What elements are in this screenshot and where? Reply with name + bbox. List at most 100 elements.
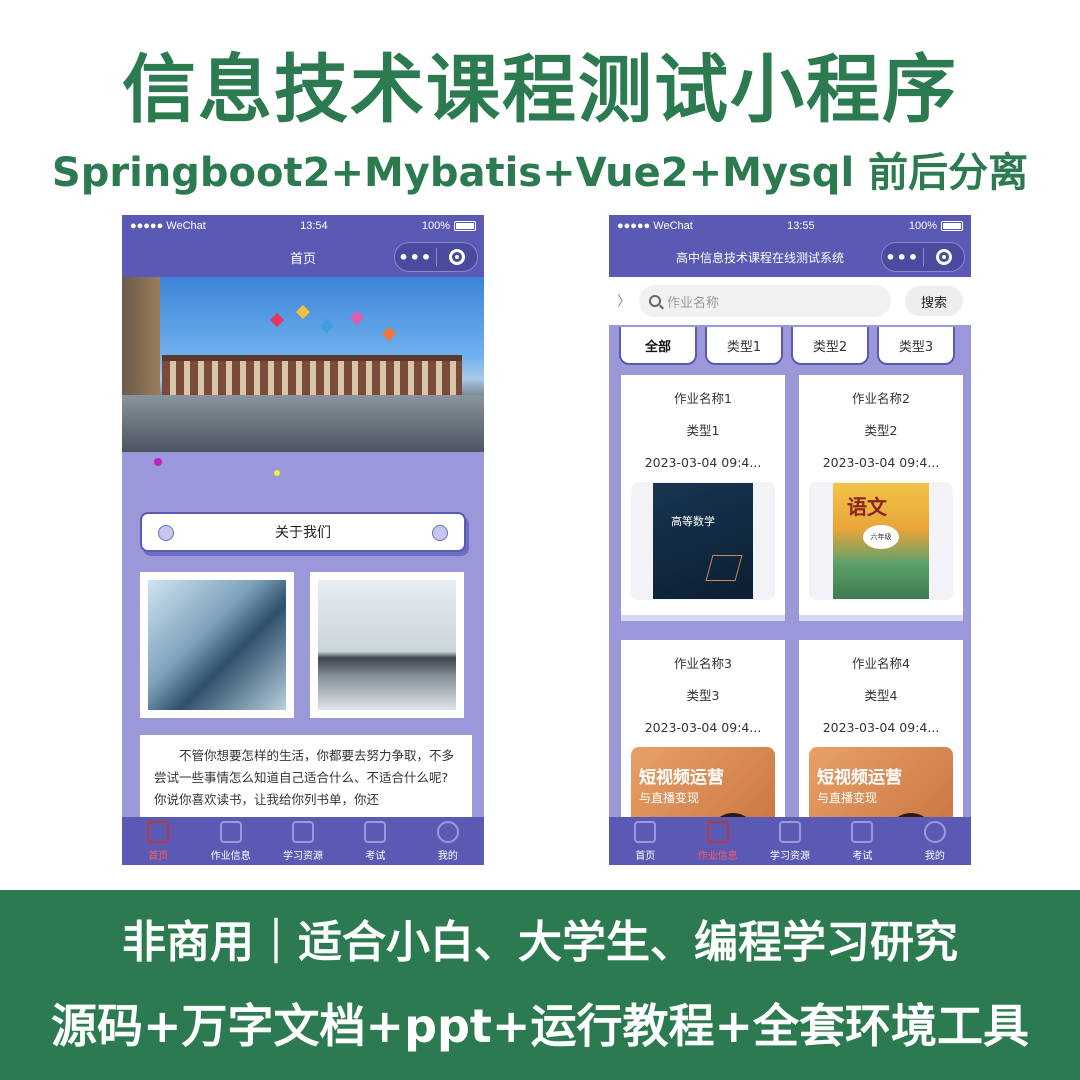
assignment-name: 作业名称4 [852, 656, 910, 671]
assignment-type: 类型1 [686, 423, 720, 438]
battery-label: 100% [421, 220, 450, 232]
tab-home[interactable]: 首页 [609, 817, 681, 865]
status-bar: ●●●●● WeChat 13:55 100% [609, 215, 971, 237]
grid-icon [219, 820, 242, 843]
status-bar: ●●●●● WeChat 13:54 100% [122, 215, 484, 237]
carrier-label: ●●●●● WeChat [617, 220, 693, 232]
nav-bar: 高中信息技术课程在线测试系统 ••• [609, 237, 971, 277]
tab-assignments[interactable]: 作业信息 [194, 817, 266, 865]
tab-bar: 首页 作业信息 学习资源 考试 我的 [609, 817, 971, 865]
assignment-cover: 语文 六年级 [809, 482, 953, 600]
book-icon [292, 820, 315, 843]
category-all[interactable]: 全部 [619, 327, 697, 365]
feature-image-meeting-room[interactable] [310, 572, 464, 718]
tab-profile[interactable]: 我的 [899, 817, 971, 865]
assignment-card[interactable]: 作业名称1 类型1 2023-03-04 09:4... 高等数学 [621, 375, 785, 615]
home-icon [147, 820, 170, 843]
book-icon [779, 820, 802, 843]
assignment-date: 2023-03-04 09:4... [822, 720, 940, 735]
tab-home[interactable]: 首页 [122, 817, 194, 865]
phone-assignments-screen: ●●●●● WeChat 13:55 100% 高中信息技术课程在线测试系统 •… [609, 215, 971, 865]
page-title: 首页 [289, 251, 316, 267]
bottom-contents: 源码+万字文档+ppt+运行教程+全套环境工具 [50, 999, 1030, 1053]
exam-icon [364, 820, 387, 843]
tab-resources[interactable]: 学习资源 [754, 817, 826, 865]
mini-program-capsule: ••• [881, 242, 965, 272]
tab-label: 作业信息 [210, 850, 251, 862]
tab-exam[interactable]: 考试 [339, 817, 411, 865]
page-title: 高中信息技术课程在线测试系统 [675, 250, 844, 265]
assignment-date: 2023-03-04 09:4... [644, 455, 762, 470]
category-type3[interactable]: 类型3 [877, 327, 955, 365]
tab-label: 学习资源 [283, 850, 324, 862]
assignment-date: 2023-03-04 09:4... [822, 455, 940, 470]
user-icon [923, 820, 946, 843]
tab-exam[interactable]: 考试 [826, 817, 898, 865]
assignment-type: 类型4 [864, 688, 898, 703]
search-icon [649, 295, 661, 307]
tab-label: 我的 [924, 850, 945, 862]
assignment-type: 类型3 [686, 688, 720, 703]
clock: 13:55 [787, 220, 815, 232]
cover-title: 短视频运营 [817, 768, 902, 788]
carrier-label: ●●●●● WeChat [130, 220, 206, 232]
search-placeholder: 作业名称 [667, 295, 720, 311]
tab-label: 考试 [852, 850, 873, 862]
battery-icon [454, 221, 476, 231]
assignment-card[interactable]: 作业名称2 类型2 2023-03-04 09:4... 语文 六年级 [799, 375, 963, 615]
cover-subtitle: 六年级 [863, 525, 899, 549]
home-icon [634, 820, 657, 843]
chevron-right-icon[interactable]: 〉 [617, 291, 639, 311]
tab-bar: 首页 作业信息 学习资源 考试 我的 [122, 817, 484, 865]
tab-assignments[interactable]: 作业信息 [681, 817, 753, 865]
feature-image-tablet[interactable] [140, 572, 294, 718]
cover-title: 短视频运营 [639, 768, 724, 788]
close-program-icon[interactable] [436, 249, 477, 265]
exam-icon [851, 820, 874, 843]
phone-home-screen: ●●●●● WeChat 13:54 100% 首页 ••• 关于我们 不管你想… [122, 215, 484, 865]
grid-icon [706, 820, 729, 843]
category-type1[interactable]: 类型1 [705, 327, 783, 365]
assignment-name: 作业名称1 [674, 391, 732, 406]
assignment-type: 类型2 [864, 423, 898, 438]
category-type2[interactable]: 类型2 [791, 327, 869, 365]
tab-profile[interactable]: 我的 [412, 817, 484, 865]
cover-subtitle: 与直播变现 [817, 791, 878, 805]
nav-bar: 首页 ••• [122, 237, 484, 277]
headline: 信息技术课程测试小程序 [122, 47, 958, 133]
bottom-tagline: 非商用｜适合小白、大学生、编程学习研究 [122, 917, 958, 968]
close-program-icon[interactable] [923, 249, 964, 265]
assignment-date: 2023-03-04 09:4... [644, 720, 762, 735]
search-input[interactable]: 作业名称 [639, 285, 891, 317]
cover-title: 语文 [847, 495, 887, 519]
clock: 13:54 [300, 220, 328, 232]
cover-subtitle: 与直播变现 [639, 791, 700, 805]
tab-label: 首页 [148, 850, 169, 862]
subline: Springboot2+Mybatis+Vue2+Mysql 前后分离 [51, 150, 1029, 196]
user-icon [436, 820, 459, 843]
battery: 100% [422, 220, 476, 232]
campus-banner-image[interactable] [122, 277, 484, 452]
search-button[interactable]: 搜索 [905, 286, 963, 316]
assignment-name: 作业名称3 [674, 656, 732, 671]
battery: 100% [909, 220, 963, 232]
tab-label: 我的 [437, 850, 458, 862]
about-us-button[interactable]: 关于我们 [140, 512, 466, 552]
battery-label: 100% [908, 220, 937, 232]
assignment-cover: 高等数学 [631, 482, 775, 600]
cover-title: 高等数学 [671, 515, 715, 528]
battery-icon [941, 221, 963, 231]
tab-resources[interactable]: 学习资源 [267, 817, 339, 865]
tab-label: 作业信息 [697, 850, 738, 862]
assignment-name: 作业名称2 [852, 391, 910, 406]
bottom-banner: 非商用｜适合小白、大学生、编程学习研究 源码+万字文档+ppt+运行教程+全套环… [0, 890, 1080, 1080]
tab-label: 学习资源 [770, 850, 811, 862]
search-row: 〉 作业名称 搜索 [609, 277, 971, 325]
about-us-label: 关于我们 [275, 525, 331, 541]
more-icon[interactable]: ••• [395, 248, 436, 267]
more-icon[interactable]: ••• [882, 248, 923, 267]
tab-label: 首页 [635, 850, 656, 862]
category-tabs: 全部 类型1 类型2 类型3 [619, 327, 971, 367]
tab-label: 考试 [365, 850, 386, 862]
mini-program-capsule: ••• [394, 242, 478, 272]
